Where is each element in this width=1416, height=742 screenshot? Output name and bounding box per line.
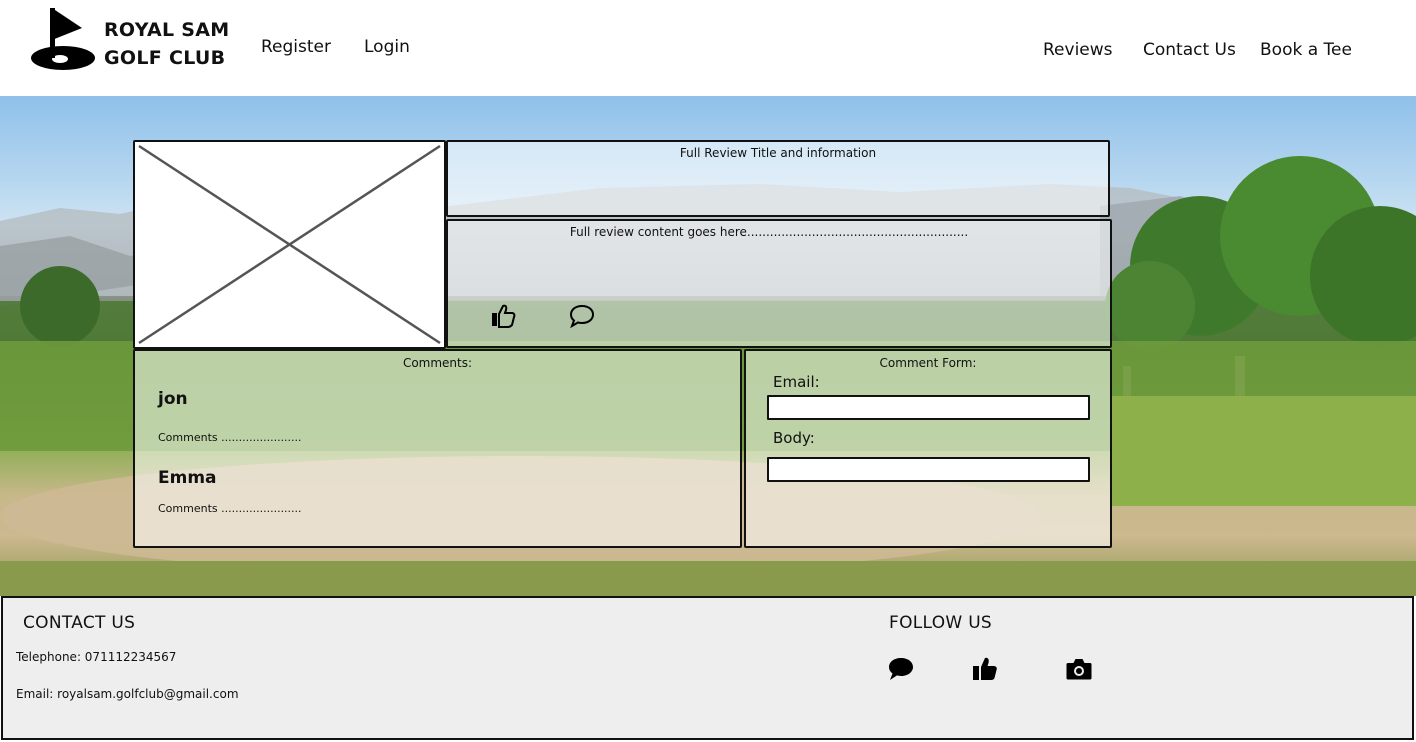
body-label: Body: — [773, 429, 815, 447]
review-title-panel: Full Review Title and information — [446, 140, 1110, 217]
thumbs-up-icon[interactable] — [971, 656, 999, 682]
brand-logo[interactable]: ROYAL SAM GOLF CLUB — [30, 6, 230, 74]
comment-text: Comments ....................... — [158, 431, 302, 444]
golf-flag-icon — [31, 8, 95, 70]
review-title-info: Full Review Title and information — [679, 146, 877, 160]
brand-line-2: GOLF CLUB — [104, 47, 226, 69]
thumbs-up-icon[interactable] — [490, 303, 516, 329]
body-field[interactable] — [767, 457, 1090, 482]
comment-text: Comments ....................... — [158, 502, 302, 515]
telephone-text: Telephone: 071112234567 — [16, 650, 177, 664]
speech-bubble-icon[interactable] — [568, 303, 596, 329]
site-footer: CONTACT US Telephone: 071112234567 Email… — [1, 596, 1414, 740]
nav-login-link[interactable]: Login — [364, 37, 410, 57]
nav-reviews-link[interactable]: Reviews — [1043, 40, 1113, 60]
comments-heading: Comments: — [402, 356, 473, 370]
comment-author: jon — [158, 389, 188, 409]
nav-register-link[interactable]: Register — [261, 37, 331, 57]
review-image-placeholder — [133, 140, 446, 349]
review-content-panel: Full review content goes here...........… — [446, 219, 1112, 348]
chat-bubble-icon[interactable] — [887, 656, 915, 682]
camera-icon[interactable] — [1065, 656, 1093, 682]
brand-line-1: ROYAL SAM — [104, 19, 230, 41]
review-content-text: Full review content goes here...........… — [569, 225, 969, 239]
site-header: ROYAL SAM GOLF CLUB Register Login Revie… — [0, 0, 1416, 96]
comment-form-heading: Comment Form: — [879, 356, 977, 370]
email-field[interactable] — [767, 395, 1090, 420]
nav-contact-link[interactable]: Contact Us — [1143, 40, 1236, 60]
image-placeholder-icon — [138, 144, 441, 345]
follow-heading: FOLLOW US — [889, 613, 993, 633]
comment-form-panel: Comment Form: Email: Body: — [744, 349, 1112, 548]
nav-book-tee-link[interactable]: Book a Tee — [1260, 40, 1352, 60]
contact-heading: CONTACT US — [23, 613, 136, 633]
comment-author: Emma — [158, 468, 217, 488]
email-text: Email: royalsam.golfclub@gmail.com — [16, 687, 239, 701]
comments-panel: Comments: jon Comments .................… — [133, 349, 742, 548]
brand-name: ROYAL SAM GOLF CLUB — [104, 16, 229, 72]
email-label: Email: — [773, 373, 820, 391]
